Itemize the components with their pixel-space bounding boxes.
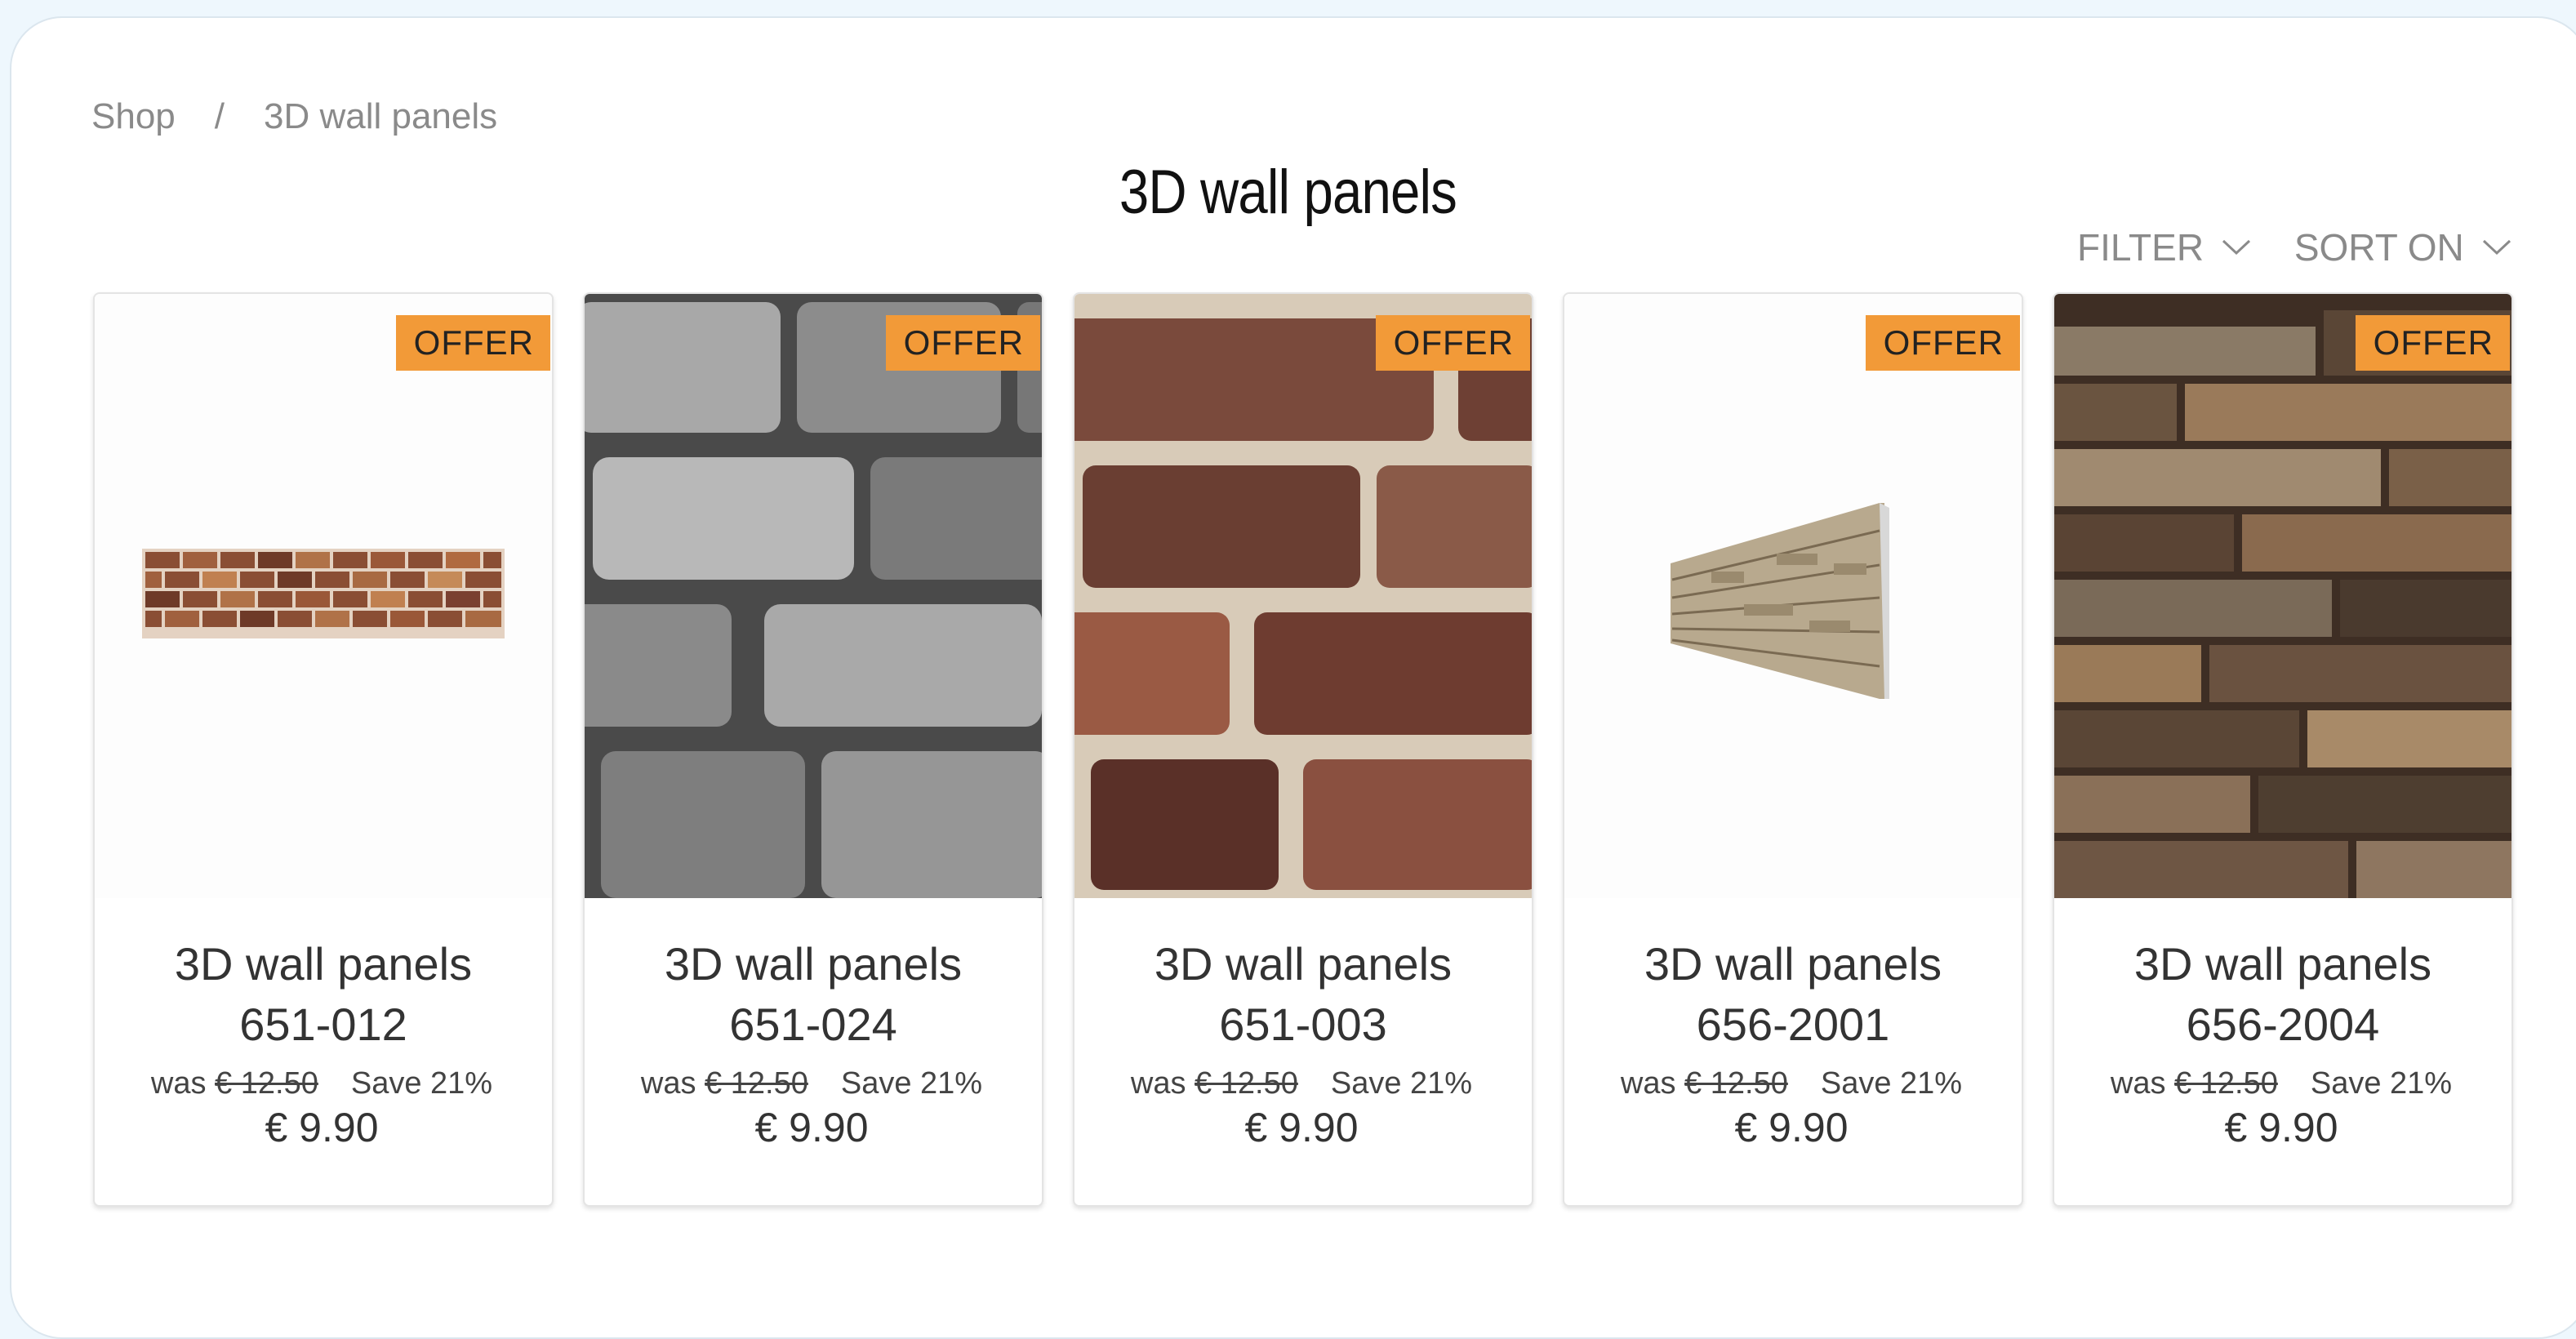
product-price-block: was € 12.50 Save 21% € 9.90 (1073, 0, 1533, 1298)
price-row-group: was € 12.50 Save 21% € 9.90 was € 12.50 Sa… (93, 0, 2513, 1298)
old-price: € 12.50 (2174, 1066, 2278, 1101)
was-price-line: was € 12.50 Save 21% (93, 1066, 550, 1101)
old-price: € 12.50 (1195, 1066, 1298, 1101)
was-price-line: was € 12.50 Save 21% (2053, 1066, 2510, 1101)
product-price-block: was € 12.50 Save 21% € 9.90 (2053, 0, 2513, 1298)
was-label: was (150, 1066, 207, 1101)
old-price: € 12.50 (705, 1066, 808, 1101)
was-label: was (640, 1066, 696, 1101)
old-price: € 12.50 (1684, 1066, 1788, 1101)
was-label: was (1130, 1066, 1186, 1101)
was-price-line: was € 12.50 Save 21% (1563, 1066, 2020, 1101)
current-price: € 9.90 (754, 1105, 869, 1150)
product-price-block: was € 12.50 Save 21% € 9.90 (1563, 0, 2023, 1298)
was-price-line: was € 12.50 Save 21% (1073, 1066, 1530, 1101)
current-price: € 9.90 (265, 1105, 379, 1150)
product-price-block: was € 12.50 Save 21% € 9.90 (583, 0, 1043, 1298)
save-percent: Save 21% (350, 1066, 493, 1101)
current-price: € 9.90 (2224, 1105, 2338, 1150)
save-percent: Save 21% (1820, 1066, 1963, 1101)
save-percent: Save 21% (2310, 1066, 2453, 1101)
save-percent: Save 21% (1330, 1066, 1473, 1101)
save-percent: Save 21% (840, 1066, 983, 1101)
was-label: was (1620, 1066, 1676, 1101)
old-price: € 12.50 (215, 1066, 318, 1101)
current-price: € 9.90 (1244, 1105, 1359, 1150)
product-price-block: was € 12.50 Save 21% € 9.90 (93, 0, 554, 1298)
current-price: € 9.90 (1734, 1105, 1849, 1150)
was-price-line: was € 12.50 Save 21% (583, 1066, 1040, 1101)
was-label: was (2110, 1066, 2166, 1101)
